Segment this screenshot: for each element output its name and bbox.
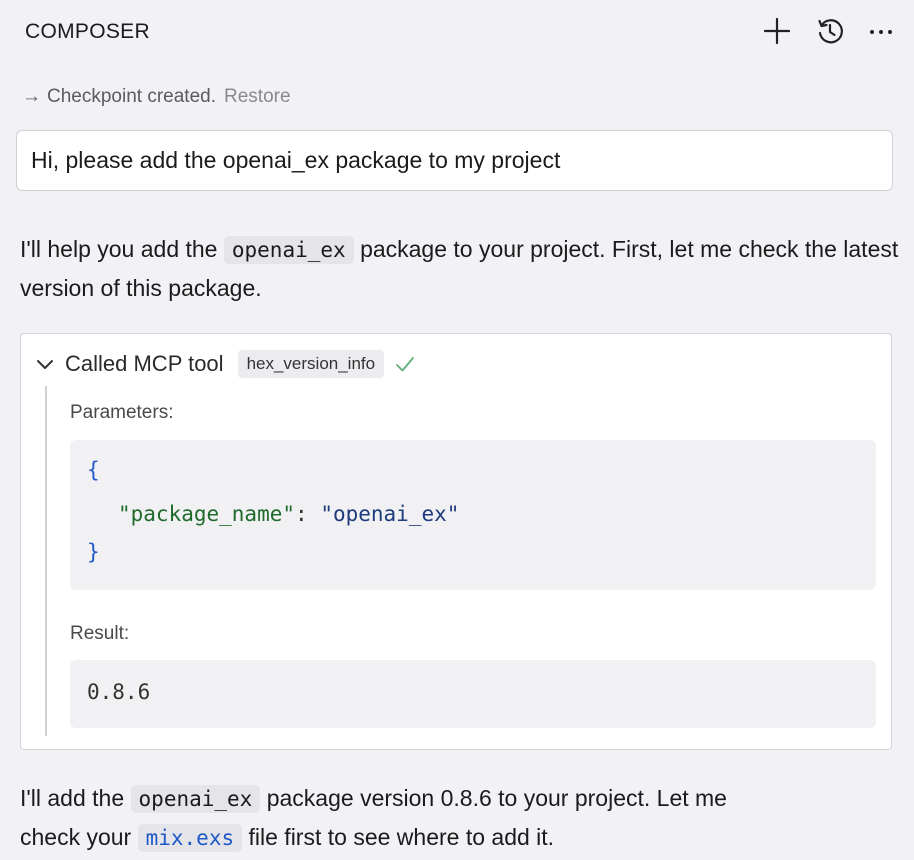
chevron-down-icon: [37, 360, 53, 369]
assistant-message-2: I'll add the openai_ex package version 0…: [20, 779, 900, 857]
assistant-text: I'll add the: [20, 785, 125, 811]
json-close-brace: }: [87, 540, 100, 564]
history-button[interactable]: [813, 14, 847, 48]
file-link-mix-exs[interactable]: mix.exs: [137, 824, 243, 852]
check-icon: [396, 357, 414, 372]
tool-call-header[interactable]: Called MCP tool hex_version_info: [35, 350, 416, 378]
checkpoint-notice: → Checkpoint created. Restore: [22, 86, 291, 108]
result-label: Result:: [70, 623, 130, 644]
inline-code: openai_ex: [223, 236, 354, 264]
user-message-text: Hi, please add the openai_ex package to …: [31, 147, 561, 173]
result-code-block: 0.8.6: [70, 660, 876, 728]
parameters-code-block: { "package_name": "openai_ex" }: [70, 440, 876, 590]
new-chat-button[interactable]: [760, 14, 794, 48]
more-options-button[interactable]: [864, 14, 898, 48]
assistant-text: check your: [20, 824, 132, 850]
json-key: "package_name": [118, 502, 296, 526]
assistant-message-1: I'll help you add the openai_ex package …: [20, 230, 900, 307]
restore-link[interactable]: Restore: [224, 86, 291, 108]
json-colon: :: [295, 502, 308, 526]
tool-call-label: Called MCP tool: [65, 351, 224, 376]
inline-code: openai_ex: [130, 785, 261, 813]
more-icon: [870, 30, 892, 34]
history-icon: [818, 19, 843, 44]
tool-call-card: Called MCP tool hex_version_info Paramet…: [20, 333, 892, 750]
plus-icon: [763, 17, 791, 45]
json-pair: "package_name": "openai_ex": [118, 502, 459, 526]
assistant-text: I'll help you add the: [20, 236, 218, 262]
tool-call-body: Parameters: { "package_name": "openai_ex…: [45, 386, 877, 736]
assistant-text: package version 0.8.6 to your project. L…: [266, 785, 727, 811]
assistant-text: file first to see where to add it.: [248, 824, 555, 850]
parameters-label: Parameters:: [70, 402, 174, 423]
json-value: "openai_ex": [320, 502, 460, 526]
tool-name-badge: hex_version_info: [237, 350, 385, 378]
checkpoint-text: Checkpoint created.: [47, 86, 216, 107]
json-open-brace: {: [87, 458, 100, 482]
composer-header: COMPOSER: [0, 0, 914, 64]
arrow-right-icon: →: [22, 86, 41, 107]
panel-title: COMPOSER: [25, 20, 150, 43]
user-message[interactable]: Hi, please add the openai_ex package to …: [16, 130, 893, 191]
result-value: 0.8.6: [87, 680, 151, 704]
